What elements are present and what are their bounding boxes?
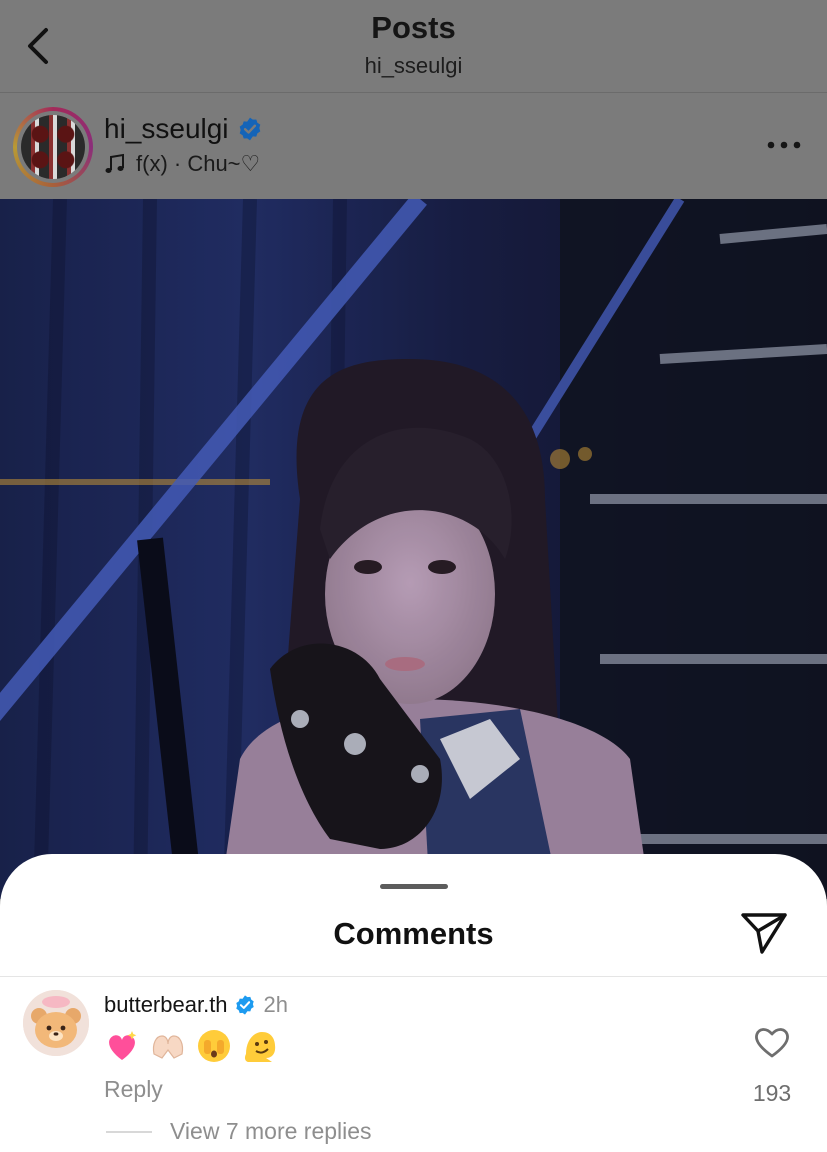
face-holding-back-tears-icon <box>196 1028 232 1064</box>
music-row[interactable]: f(x) · Chu~♡ <box>104 151 260 177</box>
send-icon <box>741 913 787 954</box>
post-header: hi_sseulgi f(x) · Chu~♡ <box>0 93 827 199</box>
sparkling-heart-icon <box>104 1028 140 1064</box>
heart-icon <box>755 1028 789 1058</box>
comment-username[interactable]: butterbear.th <box>104 992 228 1018</box>
comment-time: 2h <box>263 992 289 1017</box>
more-dots-icon <box>767 141 801 149</box>
music-label: f(x) · Chu~♡ <box>136 151 261 176</box>
top-bar: Posts hi_sseulgi <box>0 0 827 93</box>
page-title: Posts <box>371 10 456 45</box>
music-note-icon <box>105 153 124 173</box>
sheet-divider <box>0 976 827 977</box>
comment-text <box>104 1028 278 1064</box>
verified-badge-icon <box>239 117 260 141</box>
post-username[interactable]: hi_sseulgi <box>104 113 229 145</box>
comments-sheet: Comments butterbear.th 2h Reply 193 View… <box>0 854 827 1152</box>
verified-badge-icon <box>235 995 254 1015</box>
more-options-button[interactable] <box>764 133 804 157</box>
replies-divider <box>106 1131 152 1133</box>
heart-hands-icon <box>150 1028 186 1064</box>
comment-avatar[interactable] <box>23 990 89 1056</box>
post-username-row[interactable]: hi_sseulgi <box>104 113 263 145</box>
comment-username-row[interactable]: butterbear.th 2h <box>104 992 288 1018</box>
avatar <box>21 115 85 179</box>
melting-face-icon <box>242 1028 278 1064</box>
page-subtitle: hi_sseulgi <box>364 53 463 78</box>
sheet-grabber[interactable] <box>380 884 448 889</box>
photo-illustration <box>0 199 827 899</box>
bear-avatar-icon <box>23 990 89 1056</box>
comments-title: Comments <box>333 916 494 951</box>
view-more-replies-button[interactable]: View 7 more replies <box>170 1118 372 1145</box>
post-photo[interactable] <box>0 199 827 899</box>
reply-button[interactable]: Reply <box>104 1076 163 1103</box>
like-count: 193 <box>752 1080 792 1106</box>
like-button[interactable] <box>752 1024 792 1060</box>
story-avatar[interactable] <box>13 107 93 187</box>
share-button[interactable] <box>738 910 790 956</box>
